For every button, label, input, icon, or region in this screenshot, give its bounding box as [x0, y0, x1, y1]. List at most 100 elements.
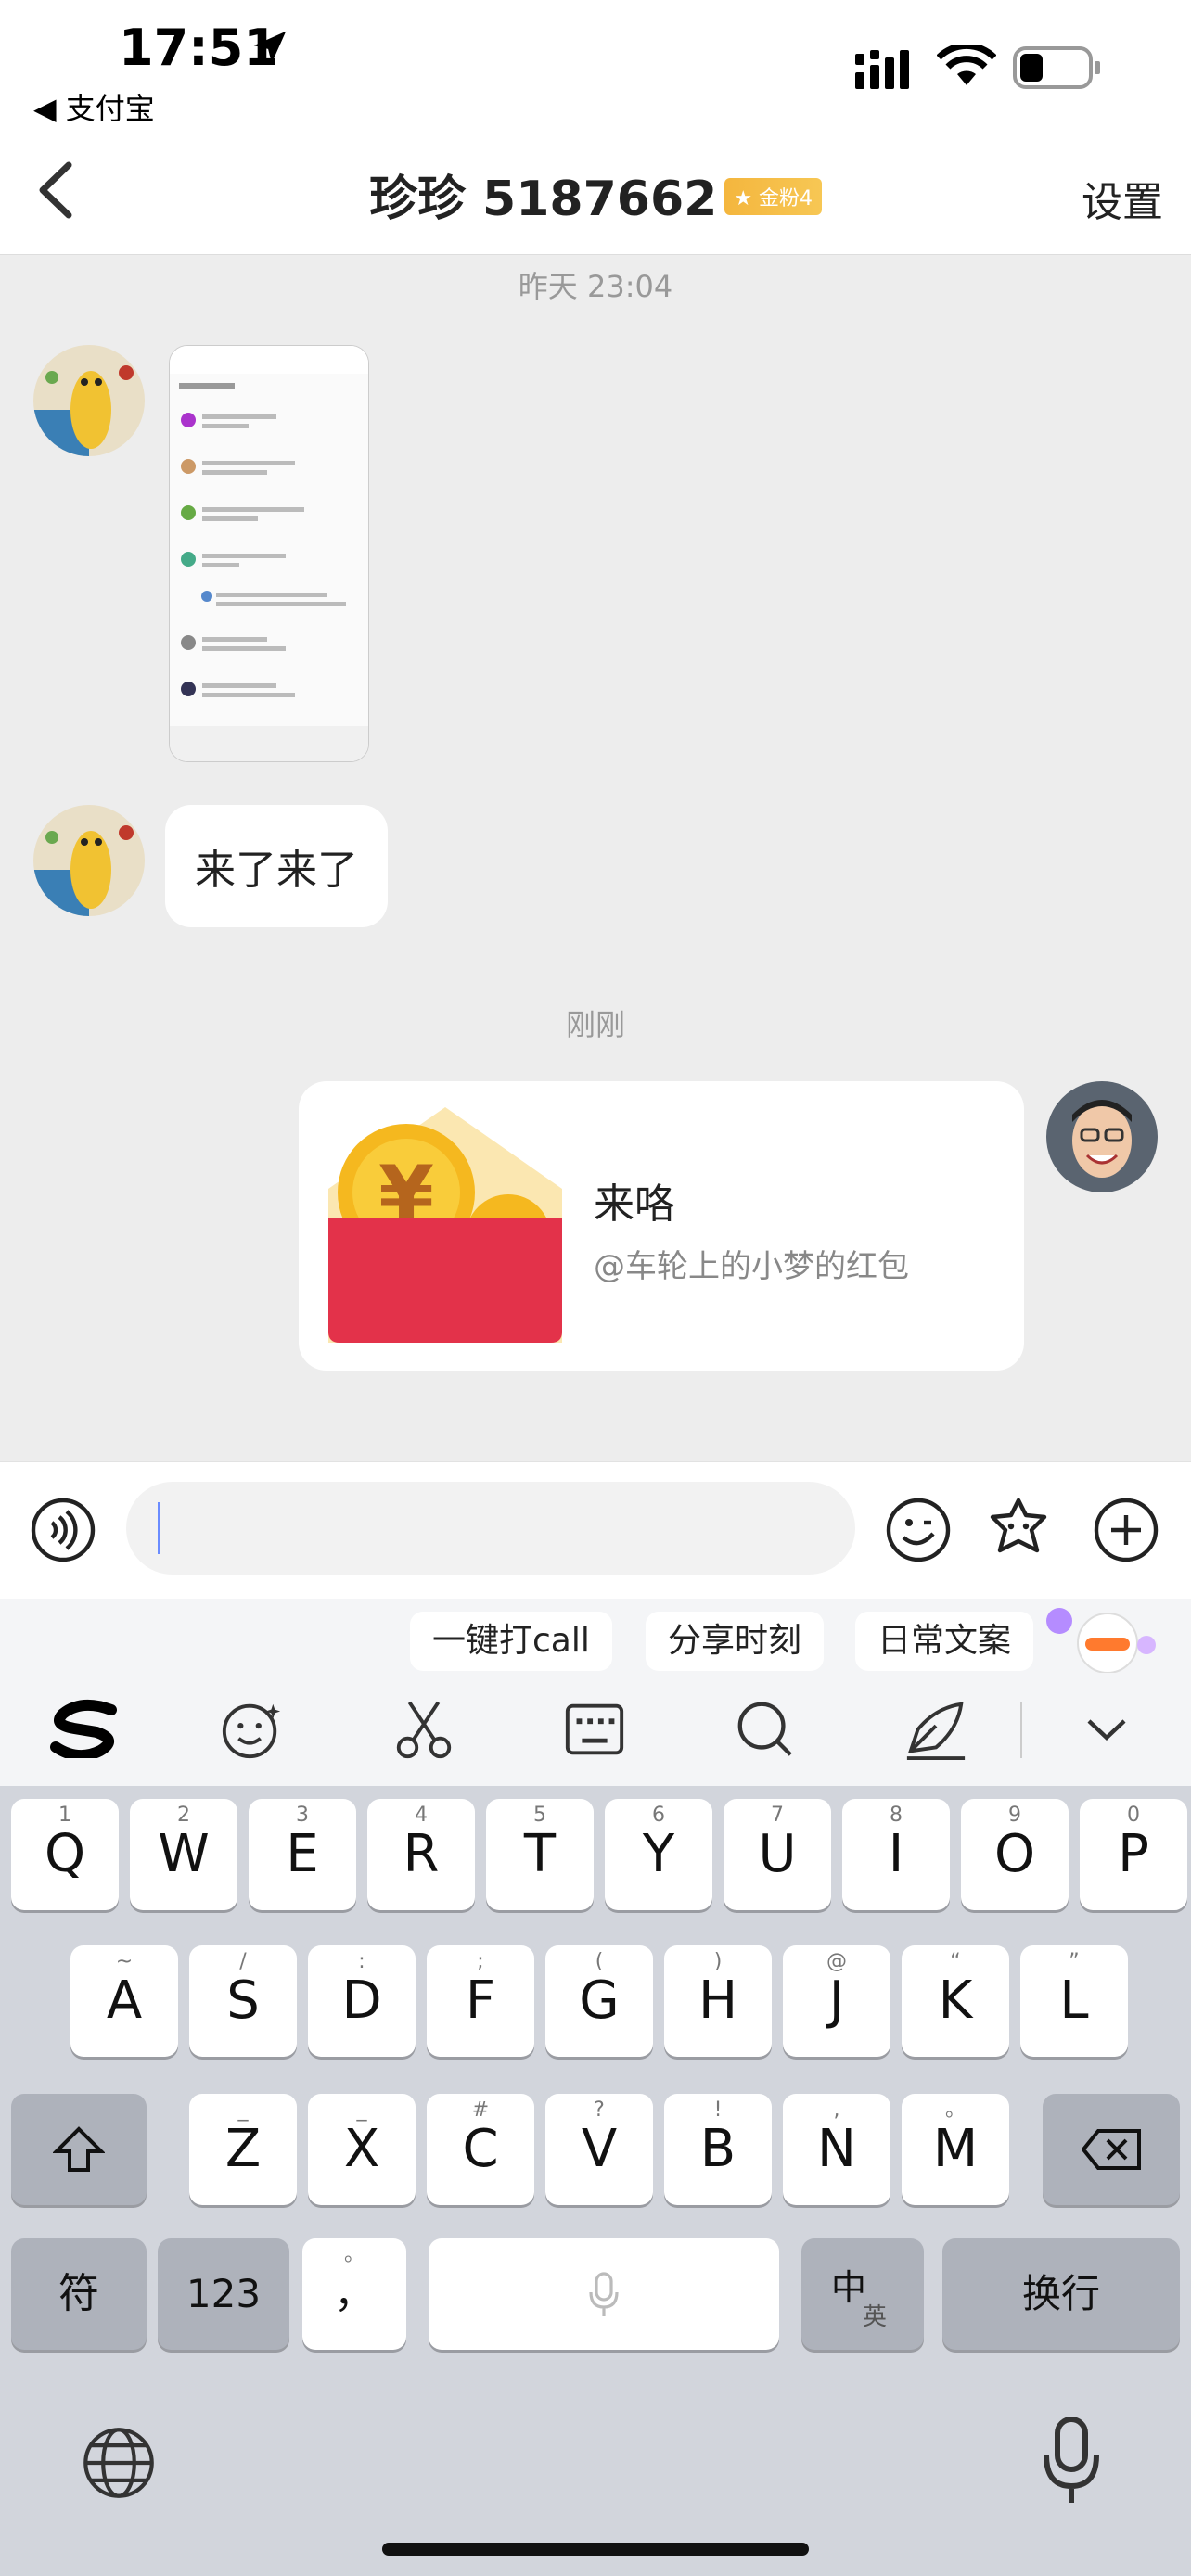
- handwriting-pen-icon[interactable]: [903, 1697, 968, 1762]
- key-alt-label: _: [237, 2098, 249, 2122]
- keyboard-switch-icon[interactable]: [562, 1697, 627, 1762]
- key-alt-label: ~: [115, 1950, 134, 1973]
- key-alt-label: /: [239, 1950, 247, 1973]
- contact-avatar[interactable]: [33, 805, 145, 916]
- key-h[interactable]: ) H: [664, 1945, 772, 2057]
- sticker-icon[interactable]: [985, 1495, 1052, 1562]
- signal-icon: [855, 50, 909, 89]
- key-alt-label: 7: [771, 1804, 784, 1827]
- dictation-microphone-icon[interactable]: [1041, 2417, 1102, 2506]
- key-e[interactable]: 3E: [249, 1799, 356, 1910]
- search-icon[interactable]: [733, 1697, 798, 1762]
- key-c[interactable]: # C: [427, 2094, 534, 2205]
- key-u[interactable]: 7U: [724, 1799, 831, 1910]
- key-j[interactable]: @ J: [783, 1945, 890, 2057]
- numbers-key-label: 123: [186, 2271, 262, 2316]
- key-alt-label: ,: [833, 2098, 840, 2122]
- key-y[interactable]: 6Y: [605, 1799, 712, 1910]
- key-alt-label: 3: [296, 1804, 309, 1827]
- key-d[interactable]: :D: [308, 1945, 416, 2057]
- message-input[interactable]: [126, 1482, 855, 1575]
- contact-avatar[interactable]: [33, 345, 145, 456]
- key-alt-label: _: [356, 2098, 367, 2122]
- backspace-icon: [1081, 2129, 1141, 2170]
- toolbar-divider: [1020, 1702, 1022, 1758]
- location-arrow-icon: [253, 31, 287, 64]
- suggestion-chip-share[interactable]: 分享时刻: [646, 1612, 825, 1671]
- language-switch-key[interactable]: 中 英: [801, 2238, 924, 2350]
- timestamp-just-now: 刚刚: [565, 1007, 625, 1042]
- red-packet-message[interactable]: ¥ 来咯 @车轮上的小梦的红包: [299, 1081, 1024, 1371]
- key-alt-label: (: [595, 1950, 604, 1973]
- key-q[interactable]: 1Q: [11, 1799, 119, 1910]
- voice-input-icon[interactable]: [30, 1497, 96, 1563]
- fan-level-label: 金粉4: [759, 187, 813, 210]
- key-alt-label: 5: [533, 1804, 546, 1827]
- key-b[interactable]: ! B: [664, 2094, 772, 2205]
- language-main-label: 中: [831, 2267, 867, 2308]
- key-alt-label: 0: [1127, 1804, 1140, 1827]
- key-w[interactable]: 2W: [130, 1799, 237, 1910]
- space-key[interactable]: [429, 2238, 779, 2350]
- sogou-logo-icon[interactable]: [48, 1699, 122, 1758]
- red-packet-subtitle: @车轮上的小梦的红包: [594, 1248, 909, 1285]
- key-alt-label: ;: [477, 1950, 484, 1973]
- key-k[interactable]: “K: [902, 1945, 1009, 2057]
- key-alt-label: 2: [177, 1804, 190, 1827]
- globe-icon[interactable]: [80, 2424, 158, 2502]
- key-f[interactable]: ; F: [427, 1945, 534, 2057]
- key-n[interactable]: ,N: [783, 2094, 890, 2205]
- fan-level-badge: ★ 金粉4: [724, 178, 823, 215]
- key-alt-label: 4: [415, 1804, 428, 1827]
- key-alt-label: ”: [1069, 1950, 1080, 1973]
- symbols-key[interactable]: 符: [11, 2238, 147, 2350]
- key-p[interactable]: 0P: [1080, 1799, 1187, 1910]
- key-alt-label: ): [713, 1950, 723, 1973]
- home-indicator: [382, 2543, 809, 2556]
- text-cursor: [158, 1502, 160, 1554]
- key-alt-label: !: [713, 2098, 723, 2122]
- suggestion-chip-daily[interactable]: 日常文案: [855, 1612, 1034, 1671]
- timestamp-yesterday: 昨天 23:04: [518, 269, 673, 304]
- key-s[interactable]: / S: [189, 1945, 297, 2057]
- key-z[interactable]: _ Z: [189, 2094, 297, 2205]
- my-avatar[interactable]: [1046, 1081, 1158, 1192]
- text-message-bubble[interactable]: 来了来了: [165, 805, 388, 927]
- image-message-screenshot[interactable]: [169, 345, 369, 762]
- battery-icon: [1013, 46, 1100, 89]
- key-alt-label: 8: [890, 1804, 903, 1827]
- message-text: 来了来了: [195, 847, 358, 894]
- key-v[interactable]: ? V: [545, 2094, 653, 2205]
- key-g[interactable]: (G: [545, 1945, 653, 2057]
- numbers-key[interactable]: 123: [158, 2238, 289, 2350]
- plus-more-icon[interactable]: [1093, 1497, 1159, 1563]
- key-a[interactable]: ~ A: [70, 1945, 178, 2057]
- key-x[interactable]: _ X: [308, 2094, 416, 2205]
- back-to-alipay-link[interactable]: ◀ 支付宝: [33, 85, 155, 128]
- key-m[interactable]: 。 M: [902, 2094, 1009, 2205]
- suggestion-chip-call[interactable]: 一键打call: [410, 1612, 612, 1671]
- key-alt-label: :: [358, 1950, 365, 1973]
- key-alt-label: #: [471, 2098, 490, 2122]
- chat-title: 珍珍 5187662 ★ 金粉4: [0, 159, 1191, 229]
- emoji-icon[interactable]: [885, 1497, 952, 1563]
- shift-key[interactable]: [11, 2094, 147, 2205]
- key-t[interactable]: 5T: [486, 1799, 594, 1910]
- keyboard-mascot-icon[interactable]: [1044, 1604, 1165, 1678]
- key-alt-label: ?: [594, 2098, 605, 2122]
- space-microphone-icon: [589, 2272, 619, 2316]
- punctuation-key[interactable]: 。 ，: [302, 2238, 406, 2350]
- key-o[interactable]: 9O: [961, 1799, 1069, 1910]
- red-packet-title: 来咯: [594, 1180, 675, 1228]
- scissors-icon[interactable]: [391, 1697, 456, 1762]
- key-l[interactable]: ” L: [1020, 1945, 1128, 2057]
- collapse-keyboard-chevron-icon[interactable]: [1083, 1710, 1130, 1747]
- emoji-keyboard-icon[interactable]: [219, 1697, 284, 1762]
- enter-key[interactable]: 换行: [942, 2238, 1180, 2350]
- key-r[interactable]: 4R: [367, 1799, 475, 1910]
- settings-button[interactable]: 设置: [1082, 169, 1163, 228]
- key-alt-label: 9: [1008, 1804, 1021, 1827]
- backspace-key[interactable]: [1043, 2094, 1180, 2205]
- key-i[interactable]: 8I: [842, 1799, 950, 1910]
- punctuation-key-alt: 。: [343, 2243, 365, 2266]
